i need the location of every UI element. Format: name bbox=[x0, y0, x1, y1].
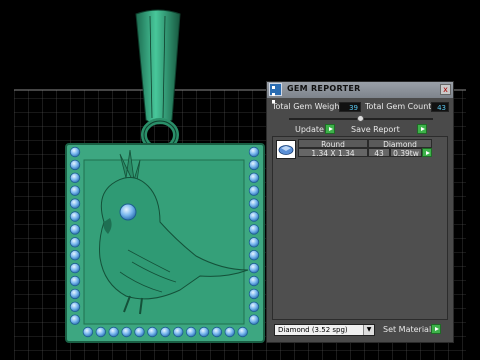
set-material-label: Set Material bbox=[383, 325, 432, 334]
gem-stone bbox=[69, 314, 81, 325]
gem-stone bbox=[121, 326, 132, 338]
gem-stone bbox=[82, 326, 94, 338]
update-label: Update bbox=[295, 125, 324, 134]
close-icon[interactable]: x bbox=[440, 84, 451, 95]
gem-stone bbox=[248, 159, 260, 171]
gem-stone bbox=[198, 326, 210, 338]
gem-size: 1.34 X 1.34 bbox=[298, 148, 368, 158]
update-button[interactable] bbox=[325, 124, 335, 134]
gem-stone bbox=[248, 224, 260, 235]
gem-stone bbox=[248, 249, 260, 261]
gem-stone bbox=[69, 211, 81, 222]
gem-stone bbox=[248, 146, 260, 158]
gem-stone bbox=[134, 326, 145, 338]
gem-stone bbox=[69, 198, 81, 209]
gem-stone bbox=[160, 326, 171, 338]
gem-stone bbox=[69, 237, 81, 248]
total-gem-weight-value: 39 bbox=[339, 102, 361, 112]
gem-stone bbox=[172, 326, 184, 338]
gem-stone bbox=[69, 224, 81, 235]
gem-stone bbox=[69, 275, 81, 287]
gem-thumbnail-icon bbox=[276, 140, 296, 159]
gem-stone bbox=[248, 314, 260, 325]
material-select[interactable]: Diamond (3.52 spg) ▼ bbox=[274, 324, 375, 336]
gem-stone bbox=[248, 211, 260, 222]
total-gem-count-value: 43 bbox=[431, 102, 449, 112]
gem-stone bbox=[248, 262, 260, 274]
gem-stone bbox=[248, 185, 260, 196]
gem-stone bbox=[248, 172, 260, 184]
gem-stone bbox=[237, 326, 248, 338]
gem-stone bbox=[69, 262, 81, 274]
gem-row-play-button[interactable] bbox=[422, 148, 432, 157]
save-report-button[interactable] bbox=[417, 124, 427, 134]
gem-reporter-icon bbox=[269, 83, 282, 103]
gem-stone bbox=[248, 198, 260, 209]
panel-title: GEM REPORTER bbox=[287, 84, 361, 93]
gem-stone bbox=[69, 301, 81, 313]
save-report-label: Save Report bbox=[351, 125, 400, 134]
gem-stone bbox=[69, 288, 81, 300]
total-gem-weight-label: Total Gem Weight bbox=[272, 102, 343, 111]
dropdown-arrow-icon[interactable]: ▼ bbox=[363, 325, 374, 335]
material-select-value: Diamond (3.52 spg) bbox=[278, 326, 348, 334]
slider-handle[interactable] bbox=[357, 115, 364, 122]
gem-stone bbox=[69, 185, 81, 196]
gem-reporter-panel: GEM REPORTER x Total Gem Weight 39 Total… bbox=[266, 81, 454, 343]
total-gem-count-label: Total Gem Count bbox=[365, 102, 432, 111]
gem-stone bbox=[108, 326, 119, 338]
gem-stone bbox=[69, 146, 81, 158]
set-material-button[interactable] bbox=[431, 324, 441, 334]
gem-count: 43 bbox=[368, 148, 390, 158]
gem-stone bbox=[248, 237, 260, 248]
gem-stone bbox=[69, 172, 81, 184]
gem-stone bbox=[211, 326, 223, 338]
gem-list: Round 1.34 X 1.34 Diamond 43 0.39tw bbox=[272, 136, 448, 320]
gem-stone bbox=[248, 288, 260, 300]
gem-stone bbox=[95, 326, 107, 338]
gem-stone bbox=[69, 159, 81, 171]
gem-stone bbox=[69, 249, 81, 261]
gem-stone bbox=[248, 301, 260, 313]
gem-stone bbox=[224, 326, 236, 338]
gem-material: Diamond bbox=[368, 139, 432, 149]
gem-stone bbox=[248, 275, 260, 287]
gem-stone bbox=[147, 326, 158, 338]
gem-shape: Round bbox=[298, 139, 368, 149]
gem-weight: 0.39tw bbox=[390, 148, 422, 158]
panel-titlebar[interactable]: GEM REPORTER x bbox=[267, 82, 453, 103]
gem-stone bbox=[185, 326, 197, 338]
